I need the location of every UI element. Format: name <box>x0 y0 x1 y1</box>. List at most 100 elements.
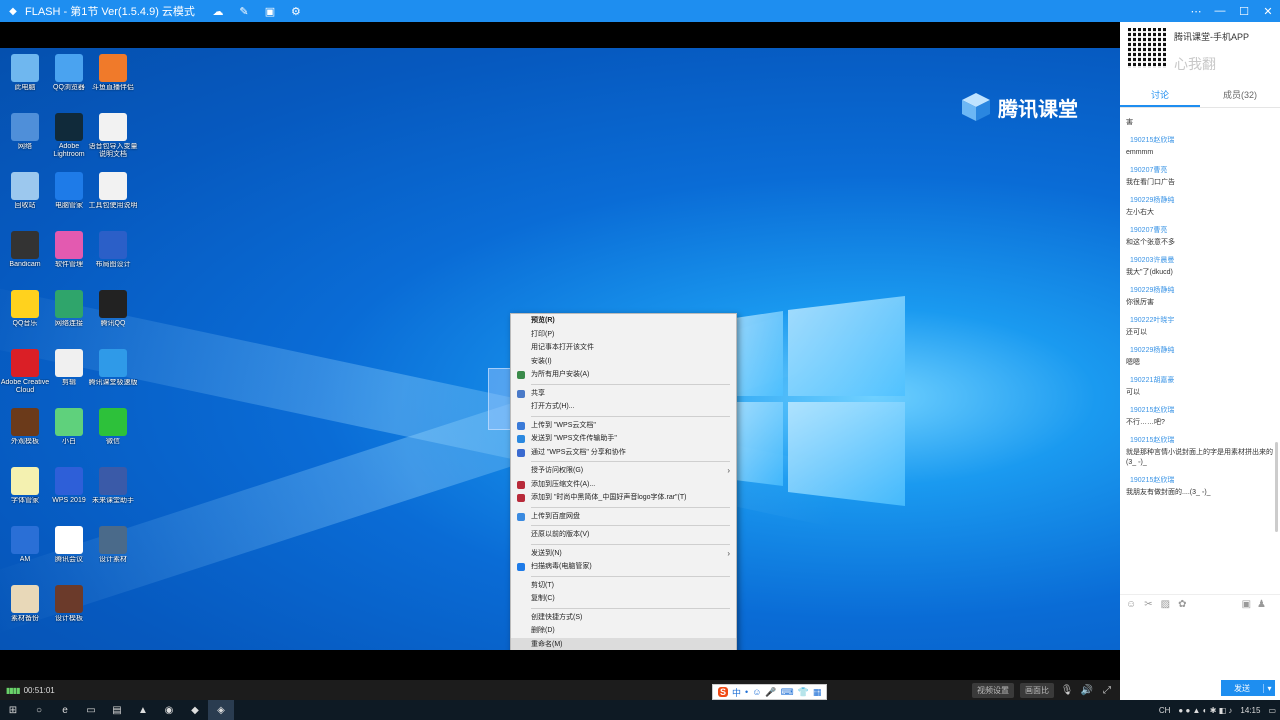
desktop-icon[interactable]: 软件管理 <box>44 231 94 269</box>
video-settings-button[interactable]: 视频设置 <box>972 682 1014 698</box>
context-menu-item[interactable]: 通过 "WPS云文档" 分享和协作 <box>511 446 736 460</box>
context-menu-item[interactable]: 预览(R) <box>511 314 736 328</box>
video-area[interactable]: 腾讯课堂 此电脑 QQ浏览器 斗鱼直播伴侣 网络 Adobe Lightroom 语音包导… <box>0 22 1120 680</box>
flower-icon[interactable]: ✿ <box>1178 599 1186 610</box>
context-menu-item[interactable]: 删除(D) <box>511 624 736 638</box>
desktop-icon[interactable]: 电脑管家 <box>44 172 94 210</box>
context-menu-item[interactable]: 剪切(T) <box>511 579 736 593</box>
chat-sender[interactable]: 190207曹亮 <box>1130 165 1274 175</box>
desktop-icon[interactable]: 工具包使用说明 <box>88 172 138 210</box>
desktop-icon[interactable]: 语音包导入变量说明文档 <box>88 113 138 159</box>
desktop-icon[interactable]: 剪辑 <box>44 349 94 387</box>
tray-time[interactable]: 14:15 <box>1240 706 1260 715</box>
chrome-icon[interactable]: ◉ <box>156 700 182 720</box>
aspect-ratio-button[interactable]: 画面比 <box>1020 682 1054 698</box>
desktop-icon[interactable]: Adobe Creative Cloud <box>0 349 50 395</box>
desktop-icon[interactable]: 设计素材 <box>88 526 138 564</box>
chat-sender[interactable]: 190222叶晓宇 <box>1130 315 1274 325</box>
context-menu-item[interactable]: 扫描病毒(电脑管家) <box>511 560 736 574</box>
context-menu-item[interactable]: 共享 <box>511 387 736 401</box>
desktop-icon[interactable]: AM <box>0 526 50 564</box>
desktop-icon[interactable]: 微信 <box>88 408 138 446</box>
context-menu-item[interactable]: 授予访问权限(G) › <box>511 464 736 478</box>
context-menu-item[interactable]: 上传到 "WPS云文档" <box>511 419 736 433</box>
desktop-icon[interactable]: 网络 <box>0 113 50 151</box>
desktop-icon[interactable]: 未来课堂助手 <box>88 467 138 505</box>
desktop-icon[interactable]: 斗鱼直播伴侣 <box>88 54 138 92</box>
input-method-toolbar[interactable]: S 中 • ☺ 🎤 ⌨ 👕 ▦ <box>712 684 828 700</box>
desktop-icon[interactable]: 腾讯QQ <box>88 290 138 328</box>
edge-icon[interactable]: e <box>52 700 78 720</box>
desktop-icon[interactable]: 字体管家 <box>0 467 50 505</box>
chat-sender[interactable]: 190221胡嘉豪 <box>1130 375 1274 385</box>
explorer-icon[interactable]: ▭ <box>78 700 104 720</box>
chat-list[interactable]: 害 190215赵欣瑞 emmmm 190207曹亮 我在看门口广告 190229杨静纯左… <box>1120 112 1280 594</box>
notification-icon[interactable]: ▭ <box>1268 706 1276 715</box>
desktop-icon[interactable]: 外观模板 <box>0 408 50 446</box>
context-menu-item[interactable]: 打印(P) <box>511 328 736 342</box>
skin-icon[interactable]: 👕 <box>798 687 809 698</box>
send-dropdown-icon[interactable]: ▾ <box>1263 683 1275 693</box>
chat-sender[interactable]: 190215赵欣瑞 <box>1130 405 1274 415</box>
context-menu-item[interactable]: 复制(C) <box>511 592 736 606</box>
desktop-icon[interactable]: 素材备份 <box>0 585 50 623</box>
chat-sender[interactable]: 190215赵欣瑞 <box>1130 475 1274 485</box>
context-menu-item[interactable]: 安装(I) <box>511 355 736 369</box>
context-menu-item[interactable]: 发送到 "WPS文件传输助手" <box>511 432 736 446</box>
desktop-icon[interactable]: QQ音乐 <box>0 290 50 328</box>
context-menu-item[interactable]: 还原以前的版本(V) <box>511 528 736 542</box>
chat-sender[interactable]: 190215赵欣瑞 <box>1130 435 1274 445</box>
send-button[interactable]: 发送 ▾ <box>1221 680 1275 696</box>
context-menu-item[interactable]: 重命名(M) <box>511 637 736 650</box>
context-menu-item[interactable]: 上传到百度网盘 <box>511 510 736 524</box>
desktop-icon[interactable]: 回收站 <box>0 172 50 210</box>
search-icon[interactable]: ○ <box>26 700 52 720</box>
microphone-icon[interactable]: 🎙 <box>1060 685 1074 696</box>
tencent-class-icon[interactable]: ◈ <box>208 700 234 720</box>
chat-sender[interactable]: 190207曹亮 <box>1130 225 1274 235</box>
chat-sender[interactable]: 190229杨静纯 <box>1130 285 1274 295</box>
tab-discussion[interactable]: 讨论 <box>1120 84 1200 107</box>
context-menu-item[interactable]: 用记事本打开该文件 <box>511 341 736 355</box>
tray-icons[interactable]: ● ● ▲ ◐ ✱ ◧ ♪ <box>1178 706 1232 715</box>
context-menu-item[interactable]: 创建快捷方式(S) <box>511 611 736 625</box>
app-icon[interactable]: ▲ <box>130 700 156 720</box>
folder-icon[interactable]: ▣ <box>263 4 277 18</box>
maximize-icon[interactable]: ☐ <box>1232 0 1256 22</box>
image-icon[interactable]: ▨ <box>1161 599 1170 610</box>
desktop-icon[interactable]: Bandicam <box>0 231 50 269</box>
start-icon[interactable]: ⊞ <box>0 700 26 720</box>
desktop-icon[interactable]: 此电脑 <box>0 54 50 92</box>
desktop-icon[interactable]: 腾讯课堂极速版 <box>88 349 138 387</box>
chat-sender[interactable]: 190203许晨曼 <box>1130 255 1274 265</box>
toolbox-icon[interactable]: ▦ <box>813 687 822 698</box>
app-icon[interactable]: ◆ <box>182 700 208 720</box>
fullscreen-icon[interactable]: ⤢ <box>1100 685 1114 696</box>
chat-sender[interactable]: 190229杨静纯 <box>1130 195 1274 205</box>
keyboard-icon[interactable]: ⌨ <box>781 687 794 698</box>
edit-icon[interactable]: ✎ <box>237 4 251 18</box>
voice-icon[interactable]: 🎤 <box>765 687 776 698</box>
minimize-icon[interactable]: — <box>1208 0 1232 22</box>
close-icon[interactable]: ✕ <box>1256 0 1280 22</box>
chat-sender[interactable]: 190229杨静纯 <box>1130 345 1274 355</box>
window-icon[interactable]: ▣ <box>1242 599 1251 610</box>
desktop-icon[interactable]: 小白 <box>44 408 94 446</box>
tray-lang[interactable]: CH <box>1159 706 1171 715</box>
ime-lang[interactable]: 中 <box>732 686 741 699</box>
desktop-icon[interactable]: WPS 2019 <box>44 467 94 505</box>
emoji-icon[interactable]: ☺ <box>1126 599 1136 610</box>
tab-members[interactable]: 成员(32) <box>1200 84 1280 107</box>
desktop-icon[interactable]: Adobe Lightroom <box>44 113 94 159</box>
settings-icon[interactable]: ⚙ <box>289 4 303 18</box>
desktop-icon[interactable]: 设计模板 <box>44 585 94 623</box>
cloud-icon[interactable]: ☁ <box>211 4 225 18</box>
punctuation-icon[interactable]: • <box>745 687 748 697</box>
desktop-icon[interactable]: 腾讯会议 <box>44 526 94 564</box>
desktop-icon[interactable]: 网络连接 <box>44 290 94 328</box>
user-icon[interactable]: ♟ <box>1257 599 1266 610</box>
chat-sender[interactable]: 190215赵欣瑞 <box>1130 135 1274 145</box>
context-menu-item[interactable]: 打开方式(H)... <box>511 400 736 414</box>
desktop-icon[interactable]: QQ浏览器 <box>44 54 94 92</box>
scissors-icon[interactable]: ✂ <box>1144 599 1152 610</box>
